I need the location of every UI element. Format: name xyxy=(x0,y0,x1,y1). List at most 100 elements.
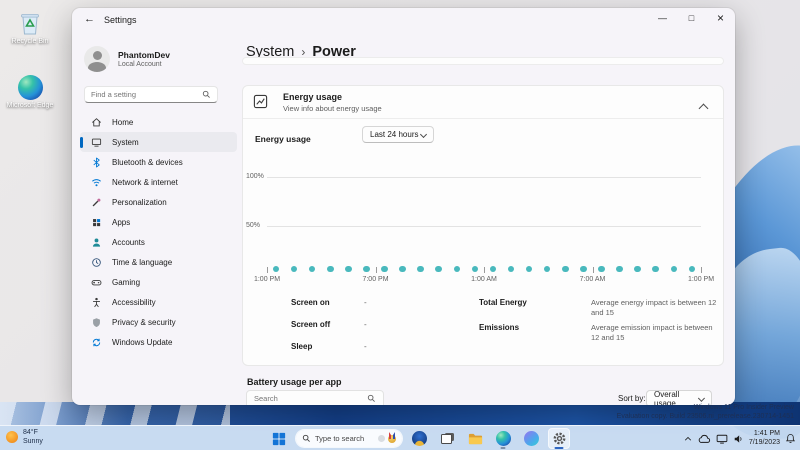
sidebar-item-time-language[interactable]: Time & language xyxy=(80,252,237,272)
x-tick: 1:00 PM xyxy=(253,276,281,283)
start-button[interactable] xyxy=(268,428,290,449)
tray-chevron-up-icon[interactable] xyxy=(683,434,693,444)
stat-value: Average energy impact is between 12 and … xyxy=(591,298,717,317)
desktop-icon-edge[interactable]: Microsoft Edge xyxy=(2,72,58,109)
stat-label: Sleep xyxy=(291,342,313,351)
settings-search-input[interactable] xyxy=(91,90,202,99)
sidebar-item-personalization[interactable]: Personalization xyxy=(80,192,237,212)
person-icon xyxy=(90,236,102,248)
line-chart-icon xyxy=(253,94,268,109)
bluetooth-icon xyxy=(90,156,102,168)
search-highlight-medal-icon xyxy=(388,431,396,443)
search-icon xyxy=(367,394,375,402)
battery-usage-title: Battery usage per app xyxy=(247,377,342,387)
gridline-label-50: 50% xyxy=(246,222,261,229)
sidebar-item-network-internet[interactable]: Network & internet xyxy=(80,172,237,192)
sidebar-item-gaming[interactable]: Gaming xyxy=(80,272,237,292)
home-icon xyxy=(90,116,102,128)
settings-taskbar-icon[interactable] xyxy=(548,428,570,449)
edge-icon xyxy=(2,72,58,100)
sidebar-item-bluetooth-devices[interactable]: Bluetooth & devices xyxy=(80,152,237,172)
maximize-button[interactable]: □ xyxy=(677,8,706,28)
x-tick: 1:00 PM xyxy=(687,276,715,283)
copilot-icon[interactable] xyxy=(520,428,542,449)
task-view-icon xyxy=(440,433,454,444)
x-tick: 1:00 AM xyxy=(471,276,497,283)
tray-date: 7/19/2023 xyxy=(748,438,780,446)
chevron-down-icon xyxy=(419,130,428,139)
brush-icon xyxy=(90,196,102,208)
user-name: PhantomDev xyxy=(118,50,170,60)
sidebar-item-accessibility[interactable]: Accessibility xyxy=(80,292,237,312)
notification-bell-icon[interactable] xyxy=(785,433,796,444)
gridline-50 xyxy=(267,226,701,227)
energy-usage-card: Energy usage View info about energy usag… xyxy=(242,85,724,366)
apps-icon xyxy=(90,216,102,228)
minimize-button[interactable]: — xyxy=(648,8,677,28)
sidebar-item-accounts[interactable]: Accounts xyxy=(80,232,237,252)
task-view-button[interactable] xyxy=(436,428,458,449)
sidebar-item-home[interactable]: Home xyxy=(80,112,237,132)
onedrive-cloud-icon[interactable] xyxy=(698,434,711,444)
volume-icon[interactable] xyxy=(733,434,744,444)
sidebar-item-apps[interactable]: Apps xyxy=(80,212,237,232)
taskbar-search-box[interactable] xyxy=(296,430,402,447)
back-button[interactable]: ← xyxy=(84,13,95,25)
widgets-button[interactable]: 84°F Sunny xyxy=(6,428,43,446)
energy-impact-stats: Total Energy Average energy impact is bet… xyxy=(479,298,721,348)
weather-temp: 84°F xyxy=(23,429,38,436)
desktop-icon-label: Recycle Bin xyxy=(11,38,49,45)
sidebar-item-system[interactable]: System xyxy=(80,132,237,152)
close-button[interactable]: × xyxy=(706,8,735,28)
card-title: Energy usage xyxy=(283,92,343,102)
stat-label: Total Energy xyxy=(479,298,527,307)
stat-label: Screen on xyxy=(291,298,330,307)
avatar xyxy=(84,46,110,72)
display-icon[interactable] xyxy=(716,434,728,444)
insider-watermark: Windows 11 Pro Insider Preview Evaluatio… xyxy=(616,404,794,420)
sidebar-item-privacy-security[interactable]: Privacy & security xyxy=(80,312,237,332)
search-icon xyxy=(202,90,210,98)
battery-search-box[interactable] xyxy=(246,390,384,405)
stat-label: Screen off xyxy=(291,320,331,329)
sidebar-nav: Home System Bluetooth & devices Network … xyxy=(80,112,237,352)
sort-by-label: Sort by: xyxy=(618,394,646,403)
previous-card-edge xyxy=(242,57,724,65)
energy-usage-row-label: Energy usage xyxy=(255,134,311,144)
update-icon xyxy=(90,336,102,348)
battery-search-input[interactable] xyxy=(254,394,367,403)
gridline-label-100: 100% xyxy=(246,173,264,180)
recycle-bin-icon xyxy=(2,8,58,36)
screen-time-stats: Screen on - Screen off - Sleep - xyxy=(291,298,367,364)
settings-window: ← Settings — □ × PhantomDev Local Accoun… xyxy=(72,8,735,405)
accessibility-icon xyxy=(90,296,102,308)
taskbar: 84°F Sunny 1:41 PM 7/1 xyxy=(0,425,800,450)
file-explorer-icon[interactable] xyxy=(464,428,486,449)
user-account[interactable]: PhantomDev Local Account xyxy=(84,46,170,72)
time-range-dropdown[interactable]: Last 24 hours xyxy=(362,126,434,143)
store-icon[interactable] xyxy=(408,428,430,449)
search-highlight-ball-icon xyxy=(378,435,385,442)
taskbar-search-input[interactable] xyxy=(315,434,378,443)
stat-value: - xyxy=(364,298,367,307)
stat-value: - xyxy=(364,342,367,351)
chevron-up-icon[interactable] xyxy=(698,99,709,117)
battery-level-chart: 1:00 PM 7:00 PM 1:00 AM 7:00 AM 1:00 PM xyxy=(254,264,714,286)
titlebar[interactable]: ← Settings — □ × xyxy=(72,8,735,34)
wifi-icon xyxy=(90,176,102,188)
settings-search-box[interactable] xyxy=(84,86,218,103)
edge-taskbar-icon[interactable] xyxy=(492,428,514,449)
sidebar-item-windows-update[interactable]: Windows Update xyxy=(80,332,237,352)
sun-icon xyxy=(6,431,18,443)
gridline-100 xyxy=(267,177,701,178)
stat-value: Average emission impact is between 12 an… xyxy=(591,323,713,342)
weather-condition: Sunny xyxy=(23,438,43,445)
clock-icon xyxy=(90,256,102,268)
energy-card-header[interactable]: Energy usage View info about energy usag… xyxy=(243,86,723,119)
desktop-icon-recycle-bin[interactable]: Recycle Bin xyxy=(2,8,58,45)
tray-time: 1:41 PM xyxy=(753,430,780,437)
x-tick: 7:00 PM xyxy=(362,276,389,283)
stat-label: Emissions xyxy=(479,323,520,332)
system-icon xyxy=(90,136,102,148)
clock[interactable]: 1:41 PM 7/19/2023 xyxy=(749,430,780,447)
